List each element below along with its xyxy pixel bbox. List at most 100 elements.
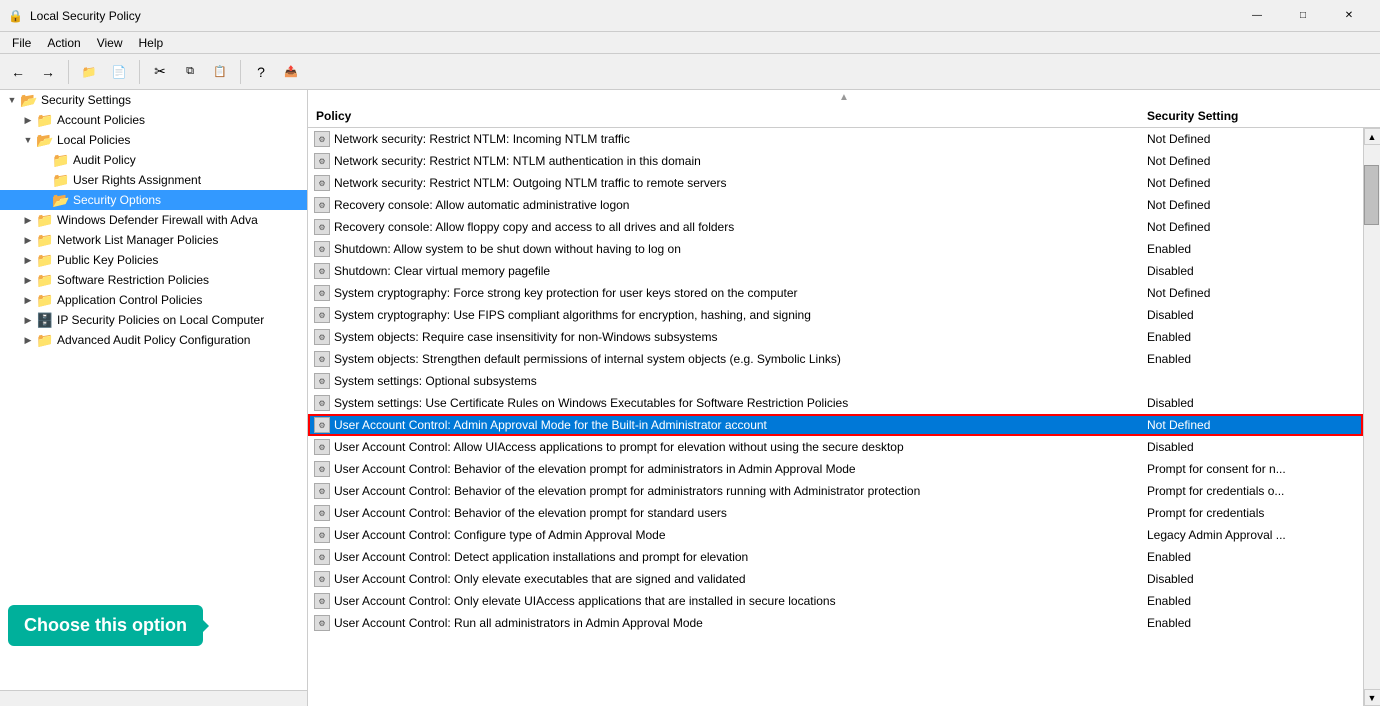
policy-value: Prompt for credentials — [1139, 506, 1359, 520]
policy-icon-img: ⚙ — [314, 549, 330, 565]
policy-row[interactable]: ⚙User Account Control: Behavior of the e… — [308, 458, 1363, 480]
tree-expand-audit-policy[interactable] — [36, 152, 52, 168]
policy-row[interactable]: ⚙User Account Control: Allow UIAccess ap… — [308, 436, 1363, 458]
tree-expand-windows-defender[interactable]: ▶ — [20, 212, 36, 228]
paste-button[interactable]: 📋 — [206, 58, 234, 86]
scrollbar-down-arrow[interactable]: ▼ — [1364, 689, 1380, 706]
policy-icon: ⚙ — [312, 395, 332, 411]
tree-expand-advanced-audit[interactable]: ▶ — [20, 332, 36, 348]
policy-icon-img: ⚙ — [314, 153, 330, 169]
policy-row[interactable]: ⚙User Account Control: Only elevate UIAc… — [308, 590, 1363, 612]
maximize-button[interactable]: □ — [1280, 0, 1326, 32]
policy-row[interactable]: ⚙Network security: Restrict NTLM: Outgoi… — [308, 172, 1363, 194]
policy-name: Recovery console: Allow floppy copy and … — [332, 220, 1139, 234]
import-button[interactable]: 📤 — [277, 58, 305, 86]
tree-expand-user-rights[interactable] — [36, 172, 52, 188]
policy-row[interactable]: ⚙User Account Control: Configure type of… — [308, 524, 1363, 546]
tree-item-account-policies[interactable]: ▶📁Account Policies — [0, 110, 307, 130]
cut-button[interactable]: ✂ — [146, 58, 174, 86]
policy-row[interactable]: ⚙System settings: Optional subsystems — [308, 370, 1363, 392]
policy-row[interactable]: ⚙System objects: Require case insensitiv… — [308, 326, 1363, 348]
export-button[interactable]: 📄 — [105, 58, 133, 86]
policy-name: System objects: Require case insensitivi… — [332, 330, 1139, 344]
policy-icon-img: ⚙ — [314, 505, 330, 521]
policy-row[interactable]: ⚙User Account Control: Admin Approval Mo… — [308, 414, 1363, 436]
policy-value: Enabled — [1139, 352, 1359, 366]
policy-row[interactable]: ⚙User Account Control: Run all administr… — [308, 612, 1363, 634]
policy-icon-img: ⚙ — [314, 219, 330, 235]
policy-row[interactable]: ⚙User Account Control: Behavior of the e… — [308, 480, 1363, 502]
tree-expand-public-key[interactable]: ▶ — [20, 252, 36, 268]
policy-icon-img: ⚙ — [314, 351, 330, 367]
close-button[interactable]: ✕ — [1326, 0, 1372, 32]
policy-row[interactable]: ⚙Shutdown: Allow system to be shut down … — [308, 238, 1363, 260]
policy-row[interactable]: ⚙User Account Control: Behavior of the e… — [308, 502, 1363, 524]
menu-help[interactable]: Help — [131, 34, 172, 52]
policy-row[interactable]: ⚙Recovery console: Allow automatic admin… — [308, 194, 1363, 216]
menu-file[interactable]: File — [4, 34, 39, 52]
scrollbar-up-arrow[interactable]: ▲ — [1364, 128, 1380, 145]
tree-item-network-list[interactable]: ▶📁Network List Manager Policies — [0, 230, 307, 250]
tree-item-user-rights[interactable]: 📁User Rights Assignment — [0, 170, 307, 190]
policy-value: Legacy Admin Approval ... — [1139, 528, 1359, 542]
tree-item-app-control[interactable]: ▶📁Application Control Policies — [0, 290, 307, 310]
policy-row[interactable]: ⚙System cryptography: Use FIPS compliant… — [308, 304, 1363, 326]
tree-item-audit-policy[interactable]: 📁Audit Policy — [0, 150, 307, 170]
policy-row[interactable]: ⚙Shutdown: Clear virtual memory pagefile… — [308, 260, 1363, 282]
tree-expand-security-settings[interactable]: ▼ — [4, 92, 20, 108]
policy-row[interactable]: ⚙Network security: Restrict NTLM: NTLM a… — [308, 150, 1363, 172]
policy-row[interactable]: ⚙System settings: Use Certificate Rules … — [308, 392, 1363, 414]
tree-item-security-options[interactable]: 📂Security Options — [0, 190, 307, 210]
tree-label-app-control: Application Control Policies — [57, 293, 202, 307]
scrollbar-thumb[interactable] — [1364, 165, 1379, 225]
policy-icon-img: ⚙ — [314, 131, 330, 147]
policy-value: Disabled — [1139, 308, 1359, 322]
help-button[interactable]: ? — [247, 58, 275, 86]
tree-item-advanced-audit[interactable]: ▶📁Advanced Audit Policy Configuration — [0, 330, 307, 350]
forward-button[interactable]: → — [34, 58, 62, 86]
policy-icon-img: ⚙ — [314, 593, 330, 609]
tree-expand-software-restriction[interactable]: ▶ — [20, 272, 36, 288]
tree-expand-security-options[interactable] — [36, 192, 52, 208]
tree-expand-network-list[interactable]: ▶ — [20, 232, 36, 248]
tree-item-public-key[interactable]: ▶📁Public Key Policies — [0, 250, 307, 270]
back-button[interactable]: ← — [4, 58, 32, 86]
menu-view[interactable]: View — [89, 34, 131, 52]
tree-icon-security-settings: 📂 — [20, 92, 38, 108]
policy-icon: ⚙ — [312, 153, 332, 169]
policy-row[interactable]: ⚙Recovery console: Allow floppy copy and… — [308, 216, 1363, 238]
right-scrollbar[interactable]: ▲ ▼ — [1363, 128, 1380, 706]
menu-action[interactable]: Action — [39, 34, 88, 52]
policy-name: System cryptography: Use FIPS compliant … — [332, 308, 1139, 322]
policy-name: System cryptography: Force strong key pr… — [332, 286, 1139, 300]
tree-expand-ip-security[interactable]: ▶ — [20, 312, 36, 328]
scrollbar-track[interactable] — [1364, 145, 1380, 689]
tree-expand-local-policies[interactable]: ▼ — [20, 132, 36, 148]
policy-row[interactable]: ⚙System cryptography: Force strong key p… — [308, 282, 1363, 304]
tree-item-software-restriction[interactable]: ▶📁Software Restriction Policies — [0, 270, 307, 290]
tree-item-security-settings[interactable]: ▼📂Security Settings — [0, 90, 307, 110]
policy-value: Not Defined — [1139, 154, 1359, 168]
tree-icon-ip-security: 🗄️ — [36, 312, 54, 328]
tooltip-bubble[interactable]: Choose this option — [8, 605, 203, 646]
tree-icon-software-restriction: 📁 — [36, 272, 54, 288]
policy-icon: ⚙ — [312, 593, 332, 609]
tree-expand-account-policies[interactable]: ▶ — [20, 112, 36, 128]
tree-horizontal-scrollbar[interactable] — [0, 690, 307, 706]
policy-list[interactable]: ⚙Network security: Restrict NTLM: Incomi… — [308, 128, 1363, 706]
policy-value: Disabled — [1139, 440, 1359, 454]
policy-icon-img: ⚙ — [314, 461, 330, 477]
policy-row[interactable]: ⚙Network security: Restrict NTLM: Incomi… — [308, 128, 1363, 150]
tree-item-ip-security[interactable]: ▶🗄️IP Security Policies on Local Compute… — [0, 310, 307, 330]
minimize-button[interactable]: — — [1234, 0, 1280, 32]
copy-button[interactable]: ⧉ — [176, 58, 204, 86]
folder-button[interactable]: 📁 — [75, 58, 103, 86]
policy-row[interactable]: ⚙User Account Control: Detect applicatio… — [308, 546, 1363, 568]
tree-item-windows-defender[interactable]: ▶📁Windows Defender Firewall with Adva — [0, 210, 307, 230]
policy-row[interactable]: ⚙User Account Control: Only elevate exec… — [308, 568, 1363, 590]
tree-expand-app-control[interactable]: ▶ — [20, 292, 36, 308]
toolbar-sep-3 — [240, 60, 241, 84]
tree-item-local-policies[interactable]: ▼📂Local Policies — [0, 130, 307, 150]
policy-icon: ⚙ — [312, 527, 332, 543]
policy-row[interactable]: ⚙System objects: Strengthen default perm… — [308, 348, 1363, 370]
